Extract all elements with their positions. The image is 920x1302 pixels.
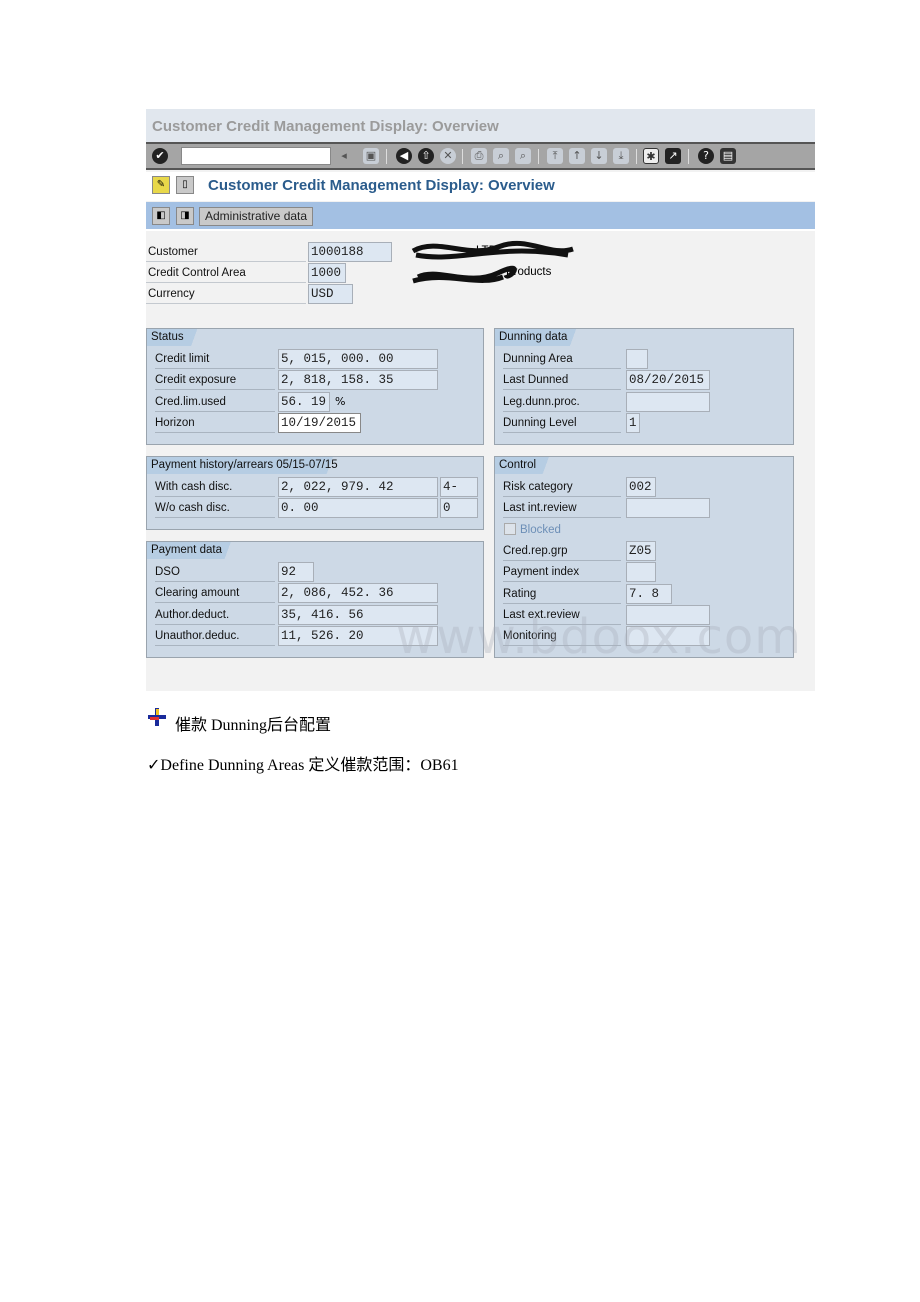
field-payment-index[interactable] — [626, 562, 656, 583]
panel-status: Status Credit limit 5, 015, 000. 00 Credit … — [146, 328, 484, 445]
doc-item: ✓Define Dunning Areas 定义催款范围：OB61 — [147, 757, 459, 774]
field-dso[interactable]: 92 — [278, 562, 314, 582]
field-label: Dunning Level — [503, 413, 621, 433]
screen-header: ✎ ▯ Customer Credit Management Display: … — [146, 172, 815, 201]
field-label: Credit limit — [155, 349, 275, 369]
field-credit-limit[interactable]: 5, 015, 000. 00 — [278, 349, 438, 369]
back-icon[interactable]: ◀ — [396, 148, 412, 164]
screen-title: Customer Credit Management Display: Over… — [208, 177, 555, 194]
field-label: Last int.review — [503, 498, 621, 519]
field-credit-exposure[interactable]: 2, 818, 158. 35 — [278, 370, 438, 391]
field-w-o-cash-disc[interactable]: 0. 00 — [278, 498, 438, 519]
menu-icon[interactable]: ▯ — [176, 176, 194, 194]
panel-title: Dunning data — [495, 329, 582, 346]
field-last-dunned[interactable]: 08/20/2015 — [626, 370, 710, 391]
watermark: www.bdoox.com — [396, 609, 802, 665]
panel-title: Payment history/arrears 05/15-07/15 — [147, 457, 352, 474]
field-leg-dunn-proc[interactable] — [626, 391, 710, 412]
application-toolbar: ◧ ◨ Administrative data — [146, 202, 815, 231]
shortcut-icon[interactable]: ↗ — [665, 148, 681, 164]
field-label: DSO — [155, 562, 275, 582]
field-label: Horizon — [155, 413, 275, 433]
command-field[interactable] — [181, 147, 331, 165]
field-label: Last Dunned — [503, 370, 621, 391]
field-label: Dunning Area — [503, 349, 621, 369]
help-icon[interactable]: ? — [698, 148, 714, 164]
prev-page-icon[interactable]: ↑ — [569, 148, 585, 164]
next-page-icon[interactable]: ↓ — [591, 148, 607, 164]
field-dunning-area[interactable] — [626, 349, 648, 369]
field-label: Unauthor.deduc. — [155, 626, 275, 646]
collapse-icon[interactable]: ◂ — [339, 148, 349, 164]
field-with-cash-disc[interactable]: 2, 022, 979. 42 — [278, 477, 438, 497]
next-icon[interactable]: ◨ — [176, 207, 194, 225]
administrative-data-button[interactable]: Administrative data — [199, 207, 314, 226]
field-risk-category[interactable]: 002 — [626, 477, 656, 497]
arrears-days-field[interactable]: 0 — [440, 498, 478, 519]
field-cred-rep-grp[interactable]: Z05 — [626, 540, 656, 561]
layout-icon[interactable]: ▤ — [720, 148, 736, 164]
field-label: Cred.rep.grp — [503, 541, 621, 561]
blocked-label: Blocked — [520, 523, 561, 536]
enter-icon[interactable]: ✔ — [152, 148, 168, 164]
credit-control-area-field[interactable]: 1000 — [308, 263, 346, 283]
window-title: Customer Credit Management Display: Over… — [146, 109, 815, 142]
previous-icon[interactable]: ◧ — [152, 207, 170, 225]
currency-field[interactable]: USD — [308, 284, 353, 304]
redaction-scribble — [411, 240, 574, 284]
field-horizon[interactable]: 10/19/2015 — [278, 412, 361, 433]
field-label: Rating — [503, 584, 621, 604]
field-label: Credit exposure — [155, 370, 275, 391]
currency-label: Currency — [146, 284, 306, 304]
panel-payment: Payment history/arrears 05/15-07/15 With … — [146, 456, 484, 530]
field-label: Clearing amount — [155, 583, 275, 604]
field-label: With cash disc. — [155, 477, 275, 497]
field-dunning-level[interactable]: 1 — [626, 412, 640, 433]
exit-icon[interactable]: ⇧ — [418, 148, 434, 164]
field-label: Risk category — [503, 477, 621, 497]
field-rating[interactable]: 7. 8 — [626, 583, 672, 604]
blocked-checkbox[interactable] — [504, 522, 516, 535]
field-label: Author.deduct. — [155, 605, 275, 625]
customer-field[interactable]: 1000188 — [308, 242, 392, 262]
percent-unit: % — [335, 394, 346, 408]
sap-screenshot: Customer Credit Management Display: Over… — [146, 109, 815, 691]
find-icon[interactable]: ⌕ — [493, 148, 509, 164]
field-label: W/o cash disc. — [155, 498, 275, 519]
print-icon[interactable]: ⎙ — [471, 148, 487, 164]
credit-control-area-label: Credit Control Area — [146, 263, 306, 283]
panel-dunning: Dunning data Dunning Area Last Dunned 08/20… — [494, 328, 794, 445]
field-label: Cred.lim.used — [155, 392, 275, 412]
new-session-icon[interactable]: ✱ — [643, 148, 659, 164]
field-last-int-review[interactable] — [626, 498, 710, 519]
system-toolbar: ✔ ◂ ▣ ◀ ⇧ ✕ ⎙ ⌕ ⌕ ⤒ ↑ ↓ ⤓ ✱ ↗ ? ▤ — [146, 142, 815, 170]
doc-heading: 催款 Dunning后台配置 — [175, 717, 332, 734]
field-clearing-amount[interactable]: 2, 086, 452. 36 — [278, 583, 438, 604]
customer-label: Customer — [146, 242, 306, 262]
panel-title: Control — [495, 457, 551, 474]
find-next-icon[interactable]: ⌕ — [515, 148, 531, 164]
display-change-icon[interactable]: ✎ — [152, 176, 170, 194]
panel-title: Payment data — [147, 542, 236, 559]
pin-icon — [148, 708, 166, 726]
field-label: Payment index — [503, 562, 621, 583]
panel-title: Status — [147, 329, 198, 346]
field-cred-lim-used[interactable]: 56. 19 — [278, 391, 330, 412]
cancel-icon[interactable]: ✕ — [440, 148, 456, 164]
save-icon[interactable]: ▣ — [363, 148, 379, 164]
last-page-icon[interactable]: ⤓ — [613, 148, 629, 164]
field-label: Leg.dunn.proc. — [503, 392, 621, 412]
first-page-icon[interactable]: ⤒ — [547, 148, 563, 164]
arrears-days-field[interactable]: 4- — [440, 477, 478, 497]
